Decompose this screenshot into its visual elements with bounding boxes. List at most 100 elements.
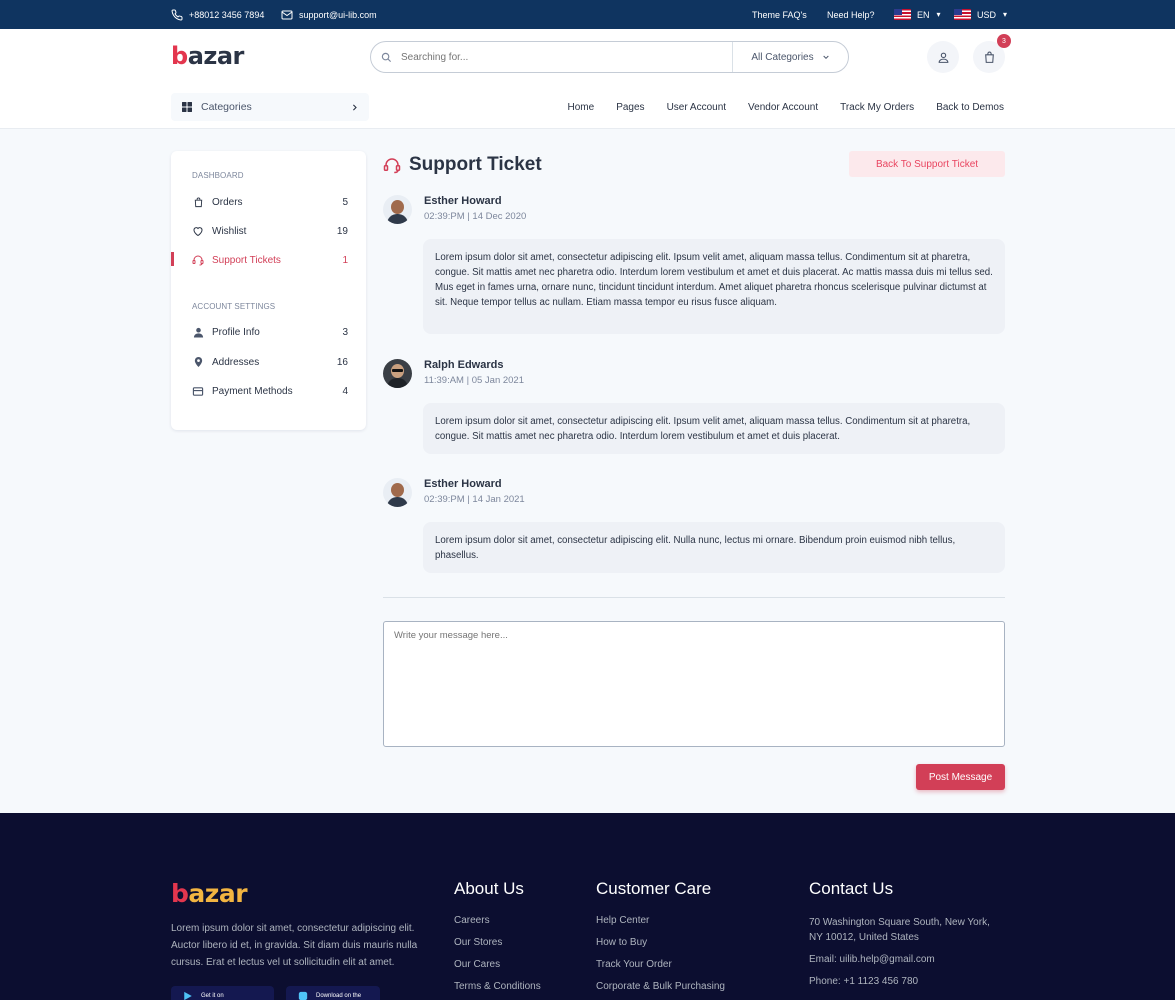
sidebar-item-count: 19 bbox=[336, 225, 348, 237]
currency-selector[interactable]: USD ▾ bbox=[954, 0, 1007, 29]
sidebar-item-wishlist[interactable]: Wishlist 19 bbox=[171, 221, 366, 241]
headset-icon bbox=[192, 254, 204, 266]
currency-label: USD bbox=[977, 9, 997, 20]
footer-about-column: About Us Careers Our Stores Our Cares Te… bbox=[454, 879, 541, 1000]
sidebar-item-orders[interactable]: Orders 5 bbox=[171, 192, 366, 212]
category-dropdown[interactable]: All Categories bbox=[732, 42, 848, 72]
footer-logo[interactable]: bazar bbox=[171, 879, 248, 908]
dashboard-section-title: DASHBOARD bbox=[192, 171, 244, 180]
email-contact[interactable]: support@ui-lib.com bbox=[281, 0, 377, 29]
message-header: Esther Howard 02:39:PM | 14 Dec 2020 bbox=[383, 195, 526, 224]
nav-track-orders[interactable]: Track My Orders bbox=[840, 102, 914, 113]
footer-link-our-stores[interactable]: Our Stores bbox=[454, 937, 541, 959]
theme-faq-link[interactable]: Theme FAQ's bbox=[752, 0, 807, 29]
footer-link-how-to-buy[interactable]: How to Buy bbox=[596, 937, 725, 959]
nav-pages[interactable]: Pages bbox=[616, 102, 644, 113]
page-title: Support Ticket bbox=[383, 152, 542, 178]
cart-count-badge: 3 bbox=[997, 34, 1011, 48]
avatar bbox=[383, 195, 412, 224]
footer-link-track-order[interactable]: Track Your Order bbox=[596, 959, 725, 981]
person-icon bbox=[192, 326, 204, 338]
footer-link-our-cares[interactable]: Our Cares bbox=[454, 959, 541, 981]
phone-icon bbox=[171, 8, 183, 20]
sidebar-item-count: 4 bbox=[342, 385, 348, 397]
chevron-down-icon: ▾ bbox=[936, 10, 941, 19]
message-input[interactable] bbox=[383, 621, 1005, 747]
location-pin-icon bbox=[192, 356, 204, 368]
nav-user-account[interactable]: User Account bbox=[667, 102, 726, 113]
footer-link-careers[interactable]: Careers bbox=[454, 915, 541, 937]
sidebar-item-label: Orders bbox=[212, 196, 243, 208]
message-header: Ralph Edwards 11:39:AM | 05 Jan 2021 bbox=[383, 359, 524, 388]
page-title-text: Support Ticket bbox=[409, 154, 542, 175]
sidebar-item-support-tickets[interactable]: Support Tickets 1 bbox=[171, 250, 366, 270]
footer-link-terms[interactable]: Terms & Conditions bbox=[454, 981, 541, 1000]
logo[interactable]: bazar bbox=[171, 42, 244, 70]
sidebar-item-payment-methods[interactable]: Payment Methods 4 bbox=[171, 381, 366, 401]
grid-icon bbox=[182, 102, 192, 112]
search-input[interactable] bbox=[401, 51, 732, 63]
post-message-button[interactable]: Post Message bbox=[916, 764, 1005, 790]
footer-contact-column: Contact Us 70 Washington Square South, N… bbox=[809, 879, 1005, 996]
shopping-bag-icon bbox=[984, 51, 994, 63]
logo-letter: b bbox=[171, 879, 189, 908]
contact-phone: Phone: +1 1123 456 780 bbox=[809, 976, 919, 987]
apple-icon bbox=[298, 991, 308, 1000]
app-store-label: Download on the bbox=[316, 993, 362, 999]
footer-care-title: Customer Care bbox=[596, 879, 712, 898]
categories-label: Categories bbox=[201, 101, 252, 113]
credit-card-icon bbox=[192, 385, 204, 397]
google-play-label: Get it on bbox=[201, 993, 224, 999]
sidebar-item-profile-info[interactable]: Profile Info 3 bbox=[171, 322, 366, 342]
main-nav: Home Pages User Account Vendor Account T… bbox=[568, 93, 1004, 121]
contact-address: 70 Washington Square South, New York, NY… bbox=[809, 917, 990, 943]
header: bazar All Categories 3 Categories Home P… bbox=[0, 29, 1175, 129]
sidebar-item-label: Profile Info bbox=[212, 326, 260, 338]
chevron-down-icon bbox=[822, 55, 829, 60]
footer: bazar Lorem ipsum dolor sit amet, consec… bbox=[0, 813, 1175, 1000]
top-bar: +88012 3456 7894 support@ui-lib.com Them… bbox=[0, 0, 1175, 29]
nav-vendor-account[interactable]: Vendor Account bbox=[748, 102, 818, 113]
sender-name: Esther Howard bbox=[424, 478, 502, 490]
message-bubble: Lorem ipsum dolor sit amet, consectetur … bbox=[423, 239, 1005, 334]
sender-name: Ralph Edwards bbox=[424, 359, 504, 371]
category-dropdown-label: All Categories bbox=[751, 51, 814, 63]
sender-name: Esther Howard bbox=[424, 195, 502, 207]
user-icon bbox=[938, 52, 948, 63]
headset-icon bbox=[383, 158, 401, 174]
nav-back-to-demos[interactable]: Back to Demos bbox=[936, 102, 1004, 113]
cart-button[interactable]: 3 bbox=[973, 34, 1011, 73]
chevron-right-icon bbox=[352, 103, 357, 111]
language-selector[interactable]: EN ▾ bbox=[894, 0, 941, 29]
need-help-label: Need Help? bbox=[827, 9, 875, 20]
message-timestamp: 11:39:AM | 05 Jan 2021 bbox=[424, 375, 525, 386]
footer-link-help-center[interactable]: Help Center bbox=[596, 915, 725, 937]
footer-link-corporate[interactable]: Corporate & Bulk Purchasing bbox=[596, 981, 725, 1000]
sidebar-item-label: Support Tickets bbox=[212, 254, 281, 266]
google-play-button[interactable]: Get it on bbox=[171, 986, 274, 1000]
footer-care-column: Customer Care Help Center How to Buy Tra… bbox=[596, 879, 725, 1000]
message-timestamp: 02:39:PM | 14 Dec 2020 bbox=[424, 211, 527, 222]
message-bubble: Lorem ipsum dolor sit amet, consectetur … bbox=[423, 403, 1005, 454]
sidebar-item-label: Wishlist bbox=[212, 225, 247, 237]
sidebar-item-addresses[interactable]: Addresses 16 bbox=[171, 352, 366, 372]
logo-letter: b bbox=[171, 42, 188, 70]
phone-contact[interactable]: +88012 3456 7894 bbox=[171, 0, 264, 29]
back-to-support-ticket-button[interactable]: Back To Support Ticket bbox=[849, 151, 1005, 177]
mail-icon bbox=[281, 10, 293, 19]
sidebar-item-count: 16 bbox=[336, 356, 348, 368]
chevron-down-icon: ▾ bbox=[1003, 10, 1008, 19]
us-flag-icon bbox=[894, 9, 911, 20]
categories-button[interactable]: Categories bbox=[171, 93, 369, 121]
footer-contact-title: Contact Us bbox=[809, 879, 894, 898]
need-help-link[interactable]: Need Help? bbox=[827, 0, 875, 29]
divider bbox=[383, 597, 1005, 598]
theme-faq-label: Theme FAQ's bbox=[752, 9, 807, 20]
language-label: EN bbox=[917, 9, 930, 20]
sidebar-item-label: Addresses bbox=[212, 356, 260, 368]
phone-number: +88012 3456 7894 bbox=[189, 9, 265, 20]
app-store-button[interactable]: Download on the bbox=[286, 986, 380, 1000]
sidebar-item-count: 1 bbox=[342, 254, 348, 266]
account-button[interactable] bbox=[927, 41, 959, 73]
nav-home[interactable]: Home bbox=[568, 102, 595, 113]
